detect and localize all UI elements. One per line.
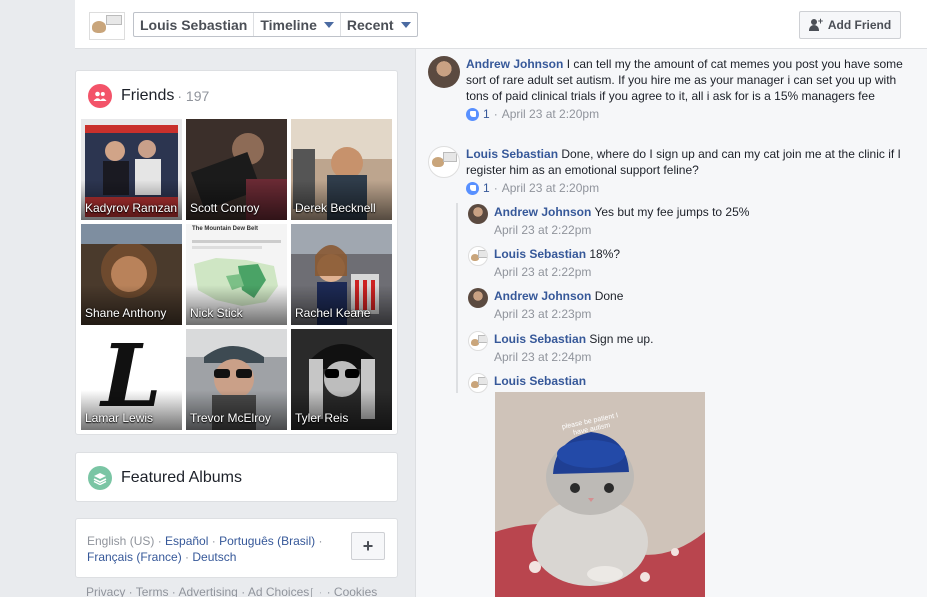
language-panel: English (US) · Español · Português (Bras…	[75, 518, 398, 578]
comment-author[interactable]: Louis Sebastian	[466, 147, 558, 161]
footer-link[interactable]: Terms	[136, 585, 169, 597]
reply-body: Louis Sebastian 18%? April 23 at 2:22pm	[494, 246, 620, 280]
reply-time[interactable]: April 23 at 2:22pm	[494, 222, 591, 238]
profile-header-bar: Louis Sebastian Timeline Recent + Add Fr…	[75, 0, 927, 49]
language-link[interactable]: Português (Brasil)	[219, 534, 315, 548]
avatar[interactable]	[428, 56, 460, 88]
reply-author[interactable]: Louis Sebastian	[494, 247, 586, 261]
friend-name[interactable]: Tyler Reis	[295, 411, 388, 426]
cat-thumbnail-icon	[92, 21, 106, 33]
add-friend-label: Add Friend	[827, 18, 892, 32]
friend-tile[interactable]: Scott Conroy	[186, 119, 287, 220]
friends-header: Friends · 197	[88, 84, 209, 108]
friend-name[interactable]: Scott Conroy	[190, 201, 283, 216]
friend-tile[interactable]: L Lamar Lewis	[81, 329, 182, 430]
friends-panel: Friends · 197 Kadyrov Ramzan Scott Conro…	[75, 70, 398, 435]
friend-name[interactable]: Derek Becknell	[295, 201, 388, 216]
adchoices-icon	[311, 587, 322, 597]
current-language: English (US)	[87, 534, 155, 548]
reply-author[interactable]: Louis Sebastian	[494, 332, 586, 346]
friend-name[interactable]: Kadyrov Ramzan	[85, 201, 178, 216]
breadcrumb: Louis Sebastian Timeline Recent	[133, 12, 418, 37]
comment-time[interactable]: April 23 at 2:20pm	[502, 180, 599, 196]
reply-time[interactable]: April 23 at 2:22pm	[494, 264, 591, 280]
friend-tile[interactable]: Derek Becknell	[291, 119, 392, 220]
chevron-down-icon	[323, 21, 334, 28]
profile-thumbnail[interactable]	[89, 12, 125, 40]
reply-body: Louis Sebastian	[494, 373, 586, 389]
comment-body: Andrew Johnson I can tell my the amount …	[466, 56, 908, 122]
avatar[interactable]	[468, 373, 488, 393]
like-icon[interactable]	[466, 107, 479, 121]
friends-icon	[88, 84, 112, 108]
cat-photo[interactable]: please be patient I have autism	[495, 392, 705, 597]
footer-links: Privacy · Terms · Advertising · Ad Choic…	[86, 585, 378, 597]
breadcrumb-timeline[interactable]: Timeline	[254, 13, 341, 36]
avatar[interactable]	[468, 288, 488, 308]
reply-text: Yes but my fee jumps to 25%	[594, 205, 750, 219]
add-friend-icon: +	[808, 16, 823, 31]
avatar[interactable]	[468, 204, 488, 224]
featured-albums-panel: Featured Albums	[75, 452, 398, 502]
reply-body: Andrew Johnson Done April 23 at 2:23pm	[494, 288, 623, 322]
like-count[interactable]: 1	[483, 106, 490, 122]
friend-tile[interactable]: Kadyrov Ramzan	[81, 119, 182, 220]
albums-title[interactable]: Featured Albums	[121, 469, 242, 487]
avatar[interactable]	[468, 331, 488, 351]
language-list: English (US) · Español · Português (Bras…	[87, 534, 323, 564]
breadcrumb-profile-name[interactable]: Louis Sebastian	[134, 13, 255, 36]
comment-time[interactable]: April 23 at 2:20pm	[502, 106, 599, 122]
footer-link[interactable]: Ad Choices	[248, 585, 309, 597]
reply-text: Sign me up.	[589, 332, 654, 346]
reply-thread-line	[456, 203, 458, 393]
friend-tile[interactable]: Trevor McElroy	[186, 329, 287, 430]
comment-meta: 1 · April 23 at 2:20pm	[466, 180, 908, 196]
map-title: The Mountain Dew Belt	[192, 226, 258, 232]
footer-link[interactable]: Cookies	[334, 585, 377, 597]
reply-author[interactable]: Louis Sebastian	[494, 374, 586, 388]
comment-meta: 1 · April 23 at 2:20pm	[466, 106, 908, 122]
comment-content: Louis Sebastian Done, where do I sign up…	[466, 146, 908, 178]
reply-body: Louis Sebastian Sign me up. April 23 at …	[494, 331, 653, 365]
like-icon[interactable]	[466, 181, 479, 195]
reply-time[interactable]: April 23 at 2:24pm	[494, 349, 591, 365]
add-friend-button[interactable]: + Add Friend	[799, 11, 901, 39]
sign-thumbnail-icon	[106, 15, 122, 25]
footer-link[interactable]: Privacy	[86, 585, 125, 597]
language-link[interactable]: Español	[165, 534, 208, 548]
friend-name[interactable]: Lamar Lewis	[85, 411, 178, 426]
avatar[interactable]	[468, 246, 488, 266]
reply-author[interactable]: Andrew Johnson	[494, 289, 591, 303]
albums-header: Featured Albums	[88, 466, 242, 490]
friend-name[interactable]: Shane Anthony	[85, 306, 178, 321]
language-link[interactable]: Français (France)	[87, 550, 182, 564]
friend-tile[interactable]: Shane Anthony	[81, 224, 182, 325]
chevron-down-icon	[400, 21, 411, 28]
footer-link[interactable]: Advertising	[178, 585, 237, 597]
comment-body: Louis Sebastian Done, where do I sign up…	[466, 146, 908, 196]
albums-stack-icon	[88, 466, 112, 490]
friends-title[interactable]: Friends	[121, 87, 174, 105]
more-languages-button[interactable]: +	[351, 532, 385, 560]
friend-name[interactable]: Nick Stick	[190, 306, 283, 321]
reply-body: Andrew Johnson Yes but my fee jumps to 2…	[494, 204, 749, 238]
reply-time[interactable]: April 23 at 2:23pm	[494, 306, 591, 322]
breadcrumb-recent[interactable]: Recent	[341, 13, 417, 36]
like-count[interactable]: 1	[483, 180, 490, 196]
friends-count: · 197	[177, 88, 210, 104]
comment-author[interactable]: Andrew Johnson	[466, 57, 563, 71]
friend-name[interactable]: Rachel Keane	[295, 306, 388, 321]
friend-tile[interactable]: The Mountain Dew Belt Nick Stick	[186, 224, 287, 325]
friend-tile[interactable]: Tyler Reis	[291, 329, 392, 430]
friend-tile[interactable]: Rachel Keane	[291, 224, 392, 325]
language-link[interactable]: Deutsch	[192, 550, 236, 564]
friends-grid: Kadyrov Ramzan Scott Conroy Derek Beckne…	[81, 119, 392, 430]
reply-text: 18%?	[589, 247, 621, 261]
comment-content: Andrew Johnson I can tell my the amount …	[466, 56, 908, 104]
friend-name[interactable]: Trevor McElroy	[190, 411, 283, 426]
reply-text: Done	[594, 289, 624, 303]
reply-author[interactable]: Andrew Johnson	[494, 205, 591, 219]
avatar[interactable]	[428, 146, 460, 178]
